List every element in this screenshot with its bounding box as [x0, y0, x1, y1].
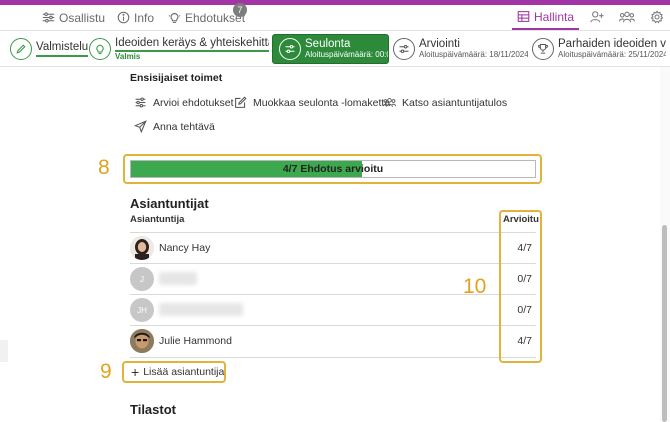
phase-start-date: Aloituspäivämäärä: 25/11/2024 — [558, 50, 666, 60]
add-expert-button[interactable]: + Lisää asiantuntija — [131, 364, 225, 380]
nav-tab-label: Osallistu — [59, 10, 106, 25]
action-label: Katso asiantuntijatulos — [402, 96, 508, 109]
annotation-highlight-box — [499, 210, 542, 363]
trophy-icon — [538, 44, 548, 54]
phase-parhaiden-ideoiden-valinta[interactable]: Parhaiden ideoiden valinta Aloituspäiväm… — [532, 34, 666, 64]
action-katso-asiantuntijatulos[interactable]: Katso asiantuntijatulos — [383, 96, 507, 109]
group-icon — [383, 98, 396, 107]
phase-title: Arviointi — [419, 38, 460, 51]
evaluation-progress-bar: 4/7 Ehdotus arvioitu — [130, 160, 536, 178]
scrollbar-thumb[interactable] — [662, 225, 667, 422]
annotation-number-8: 8 — [98, 156, 110, 179]
table-divider — [130, 357, 536, 358]
plus-icon: + — [131, 364, 140, 380]
phase-bar: Valmistelu Ideoiden keräys & yhteiskehit… — [0, 31, 670, 67]
table-row[interactable]: Julie Hammond 4/7 — [130, 326, 536, 356]
experts-title: Asiantuntijat — [130, 196, 209, 211]
top-navigation: Osallistu Info Ehdotukset 7 Hallinta — [0, 3, 670, 31]
avatar-photo-icon — [130, 329, 154, 353]
lightbulb-icon — [168, 12, 181, 23]
add-user-icon[interactable] — [590, 10, 604, 24]
gear-icon[interactable] — [650, 10, 664, 24]
sliders-icon — [285, 44, 295, 54]
phase-valmistelu[interactable]: Valmistelu — [10, 34, 89, 64]
info-icon — [117, 11, 130, 24]
send-icon — [134, 120, 147, 133]
stats-title: Tilastot — [130, 402, 176, 417]
annotation-number-9: 9 — [100, 360, 112, 383]
phase-title: Seulonta — [305, 38, 351, 51]
group-icon[interactable] — [619, 10, 635, 24]
phase-start-date: Aloituspäivämäärä: 00:00 — [305, 50, 389, 60]
phase-ideoiden-keruu[interactable]: Ideoiden keräys & yhteiskehittäminen Val… — [89, 34, 269, 64]
expert-name-redacted — [159, 303, 243, 316]
add-expert-label: Lisää asiantuntija — [143, 366, 225, 378]
nav-tab-osallistu[interactable]: Osallistu — [42, 5, 105, 30]
count-badge: 7 — [233, 3, 247, 17]
action-label: Anna tehtävä — [153, 120, 215, 133]
sliders-icon — [135, 97, 146, 108]
expert-name: Nancy Hay — [159, 242, 211, 254]
nav-tab-info[interactable]: Info — [117, 5, 154, 30]
phase-seulonta[interactable]: Seulonta Aloituspäivämäärä: 00:00 — [272, 34, 389, 64]
action-anna-tehtava[interactable]: Anna tehtävä — [134, 120, 215, 133]
expert-name-redacted — [159, 272, 197, 285]
phase-start-date: Aloituspäivämäärä: 18/11/2024 — [419, 50, 528, 60]
phase-icon-circle — [279, 38, 301, 60]
phase-icon-circle — [89, 38, 111, 60]
table-row[interactable]: JH 0/7 — [130, 295, 536, 325]
action-arvioi-ehdotukset[interactable]: Arvioi ehdotukset — [134, 96, 234, 109]
phase-arviointi[interactable]: Arviointi Aloituspäivämäärä: 18/11/2024 — [393, 34, 528, 64]
nav-tab-label: Hallinta — [534, 9, 575, 24]
phase-icon-circle — [532, 38, 554, 60]
sliders-icon — [399, 44, 409, 54]
phase-icon-circle — [10, 38, 32, 60]
avatar: JH — [130, 298, 154, 322]
action-label: Muokkaa seulonta -lomaketta — [253, 96, 391, 109]
progress-label: 4/7 Ehdotus arvioitu — [282, 163, 384, 175]
avatar — [130, 329, 154, 353]
expert-name: Julie Hammond — [159, 335, 232, 347]
avatar-photo-icon — [130, 236, 154, 260]
column-header-name: Asiantuntija — [130, 214, 185, 225]
nav-tab-label: Info — [134, 10, 155, 25]
phase-icon-circle — [393, 38, 415, 60]
lightbulb-icon — [96, 44, 104, 55]
annotation-number-10: 10 — [463, 275, 487, 298]
pencil-icon — [16, 44, 26, 54]
avatar — [130, 236, 154, 260]
phase-title: Ideoiden keräys & yhteiskehittäminen — [115, 37, 269, 52]
edit-icon — [235, 96, 247, 108]
nav-tab-hallinta[interactable]: Hallinta — [512, 5, 580, 30]
phase-status: Valmis — [115, 51, 141, 61]
tune-icon — [42, 12, 55, 23]
phase-title: Valmistelu — [36, 41, 89, 57]
avatar: J — [130, 267, 154, 291]
left-panel-edge — [0, 340, 8, 362]
priority-actions-title: Ensisijaiset toimet — [130, 72, 223, 84]
table-row[interactable]: Nancy Hay 4/7 — [130, 233, 536, 263]
action-label: Arvioi ehdotukset — [153, 96, 234, 109]
phase-title: Parhaiden ideoiden valinta — [558, 38, 666, 51]
grid-icon — [517, 11, 530, 22]
action-muokkaa-lomaketta[interactable]: Muokkaa seulonta -lomaketta — [234, 96, 390, 109]
